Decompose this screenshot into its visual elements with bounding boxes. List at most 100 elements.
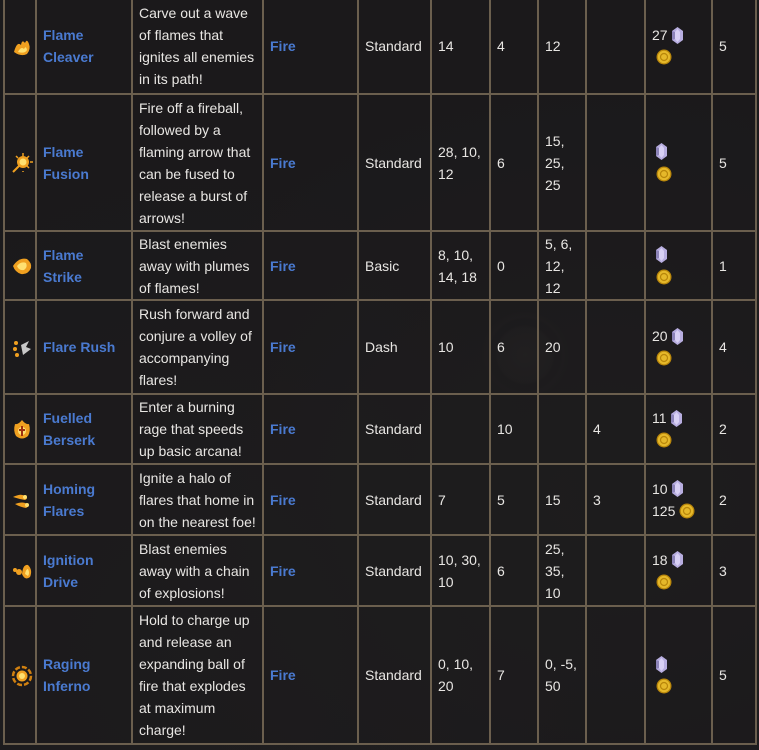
gem-cost-value: 18 [652, 551, 668, 568]
element-cell: Fire [262, 463, 359, 536]
gold-coin-icon [656, 678, 672, 694]
ability-name-link[interactable]: Raging Inferno [43, 656, 90, 694]
gem-cost [652, 244, 705, 266]
type-cell: Standard [357, 93, 432, 232]
element-link[interactable]: Fire [270, 258, 296, 274]
gold-cost [652, 675, 705, 697]
name-cell: Flame Cleaver [35, 0, 133, 95]
type-cell: Standard [357, 605, 432, 745]
table-row: Homing Flares Ignite a halo of flares th… [3, 463, 757, 536]
gem-cost: 10 [652, 478, 705, 500]
icon-cell [3, 93, 37, 232]
knockback-cell: 15, 25, 25 [537, 93, 587, 232]
element-cell: Fire [262, 534, 359, 607]
gold-cost [652, 347, 705, 369]
element-link[interactable]: Fire [270, 421, 296, 437]
cost-cell: 10 125 [644, 463, 713, 536]
flame-cleaver-icon [11, 36, 33, 58]
tier-cell: 5 [711, 93, 757, 232]
ability-name-link[interactable]: Flame Strike [43, 247, 83, 285]
gem-cost: 11 [652, 407, 705, 429]
ability-name-link[interactable]: Flare Rush [43, 339, 115, 355]
element-cell: Fire [262, 93, 359, 232]
cooldown-cell: 7 [489, 605, 539, 745]
chaos-gem-icon [671, 26, 683, 44]
gold-cost [652, 571, 705, 593]
gold-cost-value: 125 [652, 502, 676, 519]
description-cell: Fire off a fireball, followed by a flami… [131, 93, 264, 232]
gem-cost-value: 10 [652, 480, 668, 497]
raging-inferno-icon [11, 665, 33, 687]
cooldown-cell: 4 [489, 0, 539, 95]
flame-strike-icon [11, 255, 33, 277]
table-row: Flare Rush Rush forward and conjure a vo… [3, 299, 757, 395]
icon-cell [3, 230, 37, 301]
gold-cost: 125 [652, 500, 705, 522]
cost-cell: 27 [644, 0, 713, 95]
icon-cell [3, 534, 37, 607]
cost-cell [644, 93, 713, 232]
ability-name-link[interactable]: Flame Fusion [43, 144, 89, 182]
chaos-gem-icon [656, 655, 667, 673]
tier-cell: 5 [711, 0, 757, 95]
cost-cell [644, 230, 713, 301]
description-cell: Rush forward and conjure a volley of acc… [131, 299, 264, 395]
extra-cell [585, 93, 646, 232]
gem-cost-value: 20 [652, 328, 668, 344]
element-link[interactable]: Fire [270, 667, 296, 683]
gold-coin-icon [679, 503, 695, 518]
element-link[interactable]: Fire [270, 155, 296, 171]
damage-cell: 14 [430, 0, 491, 95]
chaos-gem-icon [656, 143, 667, 160]
knockback-cell: 20 [537, 299, 587, 395]
description-cell: Hold to charge up and release an expandi… [131, 605, 264, 745]
cost-cell: 20 [644, 299, 713, 395]
tier-cell: 4 [711, 299, 757, 395]
gem-cost-value: 11 [652, 410, 667, 426]
cost-cell: 11 [644, 393, 713, 465]
description-cell: Carve out a wave of flames that ignites … [131, 0, 264, 95]
description-cell: Ignite a halo of flares that home in on … [131, 463, 264, 536]
element-link[interactable]: Fire [270, 38, 296, 54]
name-cell: Raging Inferno [35, 605, 133, 745]
tier-cell: 2 [711, 393, 757, 465]
gold-coin-icon [656, 432, 672, 448]
table-row: Fuelled Berserk Enter a burning rage tha… [3, 393, 757, 465]
extra-cell [585, 605, 646, 745]
type-cell: Basic [357, 230, 432, 301]
gold-cost [652, 163, 705, 185]
element-link[interactable]: Fire [270, 563, 296, 579]
gold-cost [652, 429, 705, 451]
knockback-cell [537, 393, 587, 465]
table-row: Flame Strike Blast enemies away with plu… [3, 230, 757, 301]
name-cell: Flame Strike [35, 230, 133, 301]
tier-cell: 2 [711, 463, 757, 536]
cooldown-cell: 6 [489, 534, 539, 607]
extra-cell [585, 299, 646, 395]
element-link[interactable]: Fire [270, 339, 296, 355]
icon-cell [3, 605, 37, 745]
cost-cell: 18 [644, 534, 713, 607]
description-cell: Blast enemies away with a chain of explo… [131, 534, 264, 607]
gem-cost: 18 [652, 549, 705, 571]
ability-name-link[interactable]: Flame Cleaver [43, 27, 94, 65]
gem-cost: 27 [652, 24, 705, 46]
gold-cost [652, 266, 705, 288]
type-cell: Standard [357, 0, 432, 95]
cooldown-cell: 6 [489, 93, 539, 232]
element-cell: Fire [262, 230, 359, 301]
cooldown-cell: 5 [489, 463, 539, 536]
gem-cost [652, 141, 705, 163]
fuelled-berserk-icon [11, 419, 33, 441]
element-cell: Fire [262, 299, 359, 395]
ability-name-link[interactable]: Homing Flares [43, 481, 95, 519]
damage-cell [430, 393, 491, 465]
extra-cell [585, 0, 646, 95]
element-cell: Fire [262, 393, 359, 465]
ability-name-link[interactable]: Fuelled Berserk [43, 410, 95, 448]
name-cell: Homing Flares [35, 463, 133, 536]
cost-cell [644, 605, 713, 745]
element-link[interactable]: Fire [270, 492, 296, 508]
knockback-cell: 25, 35, 10 [537, 534, 587, 607]
ability-name-link[interactable]: Ignition Drive [43, 552, 94, 590]
